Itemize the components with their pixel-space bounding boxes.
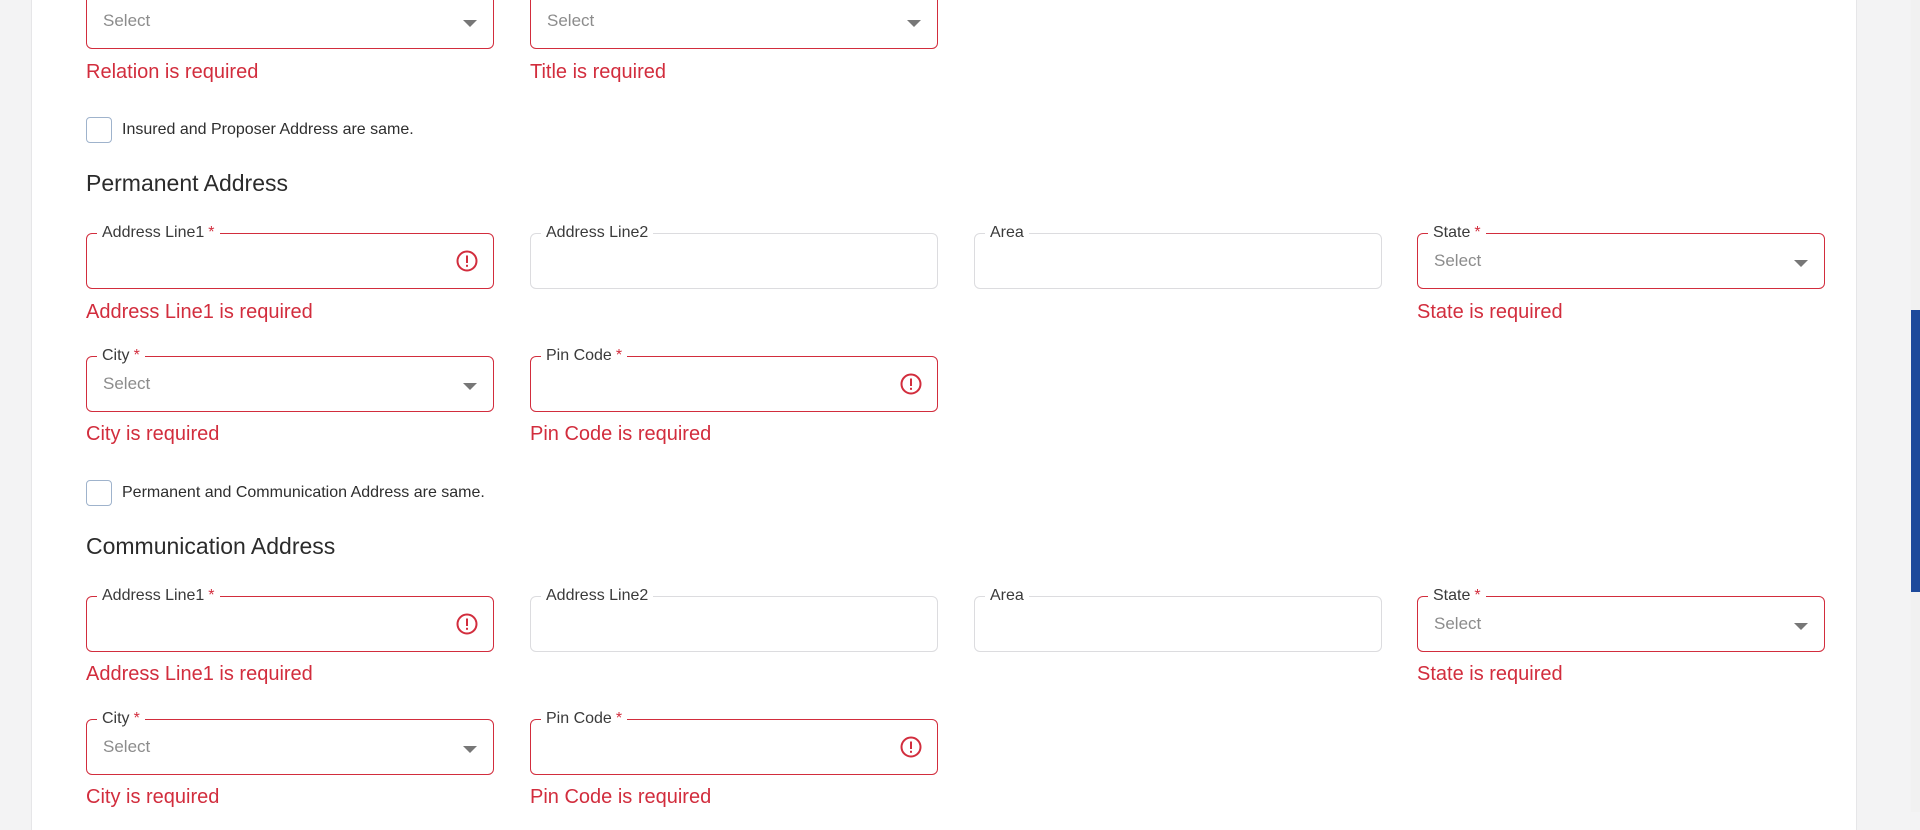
permanent-area-input[interactable]: Area — [974, 224, 1382, 289]
relation-select-placeholder: Select — [103, 11, 151, 30]
comm-same-label: Permanent and Communication Address are … — [122, 484, 485, 501]
permanent-address-line1-label: Address Line1 * — [97, 224, 220, 242]
permanent-address-line1-error: Address Line1 is required — [86, 301, 313, 323]
error-circle-icon — [456, 250, 478, 272]
communication-city-placeholder: Select — [103, 737, 151, 756]
communication-state-error: State is required — [1417, 663, 1563, 685]
permanent-pin-code-error: Pin Code is required — [530, 423, 712, 445]
communication-pin-code-label: Pin Code * — [541, 710, 628, 728]
permanent-state-label: State * — [1428, 224, 1486, 242]
permanent-address-heading: Permanent Address — [86, 170, 289, 196]
communication-city-select[interactable]: City * Select — [86, 710, 494, 775]
chevron-down-icon — [1794, 260, 1808, 267]
permanent-state-placeholder: Select — [1434, 251, 1482, 270]
communication-address-heading: Communication Address — [86, 533, 336, 559]
relation-select[interactable]: Select — [86, 0, 494, 49]
communication-state-label: State * — [1428, 587, 1486, 605]
permanent-address-line2-input[interactable]: Address Line2 — [530, 224, 938, 289]
permanent-pin-code-input[interactable]: Pin Code * — [530, 347, 938, 412]
error-circle-icon — [900, 373, 922, 395]
communication-pin-code-input[interactable]: Pin Code * — [530, 710, 938, 775]
communication-state-select[interactable]: State * Select — [1417, 587, 1825, 652]
relation-error: Relation is required — [86, 61, 259, 83]
title-select-placeholder: Select — [547, 11, 595, 30]
insured-same-row: Insured and Proposer Address are same. — [86, 116, 414, 144]
insured-same-label: Insured and Proposer Address are same. — [122, 121, 414, 138]
chevron-down-icon — [463, 20, 477, 27]
communication-address-line1-error: Address Line1 is required — [86, 663, 313, 685]
comm-same-row: Permanent and Communication Address are … — [86, 479, 485, 507]
permanent-state-select[interactable]: State * Select — [1417, 224, 1825, 289]
comm-same-checkbox[interactable] — [86, 480, 112, 506]
communication-pin-code-error: Pin Code is required — [530, 786, 712, 808]
page-scrollbar-thumb[interactable] — [1911, 310, 1920, 592]
communication-address-line2-label: Address Line2 — [541, 587, 654, 605]
title-error: Title is required — [530, 61, 666, 83]
insured-same-checkbox[interactable] — [86, 117, 112, 143]
chevron-down-icon — [907, 20, 921, 27]
permanent-city-select[interactable]: City * Select — [86, 347, 494, 412]
communication-area-label: Area — [985, 587, 1029, 605]
permanent-city-error: City is required — [86, 423, 220, 445]
title-select[interactable]: Select — [530, 0, 938, 49]
permanent-city-label: City * — [97, 347, 145, 365]
communication-city-label: City * — [97, 710, 145, 728]
communication-area-input[interactable]: Area — [974, 587, 1382, 652]
permanent-city-placeholder: Select — [103, 374, 151, 393]
permanent-area-label: Area — [985, 224, 1029, 242]
permanent-address-line1-input[interactable]: Address Line1 * — [86, 224, 494, 289]
error-circle-icon — [900, 736, 922, 758]
chevron-down-icon — [1794, 623, 1808, 630]
chevron-down-icon — [463, 383, 477, 390]
permanent-address-line2-label: Address Line2 — [541, 224, 654, 242]
error-circle-icon — [456, 613, 478, 635]
communication-address-line1-label: Address Line1 * — [97, 587, 220, 605]
communication-state-placeholder: Select — [1434, 614, 1482, 633]
communication-address-line2-input[interactable]: Address Line2 — [530, 587, 938, 652]
permanent-state-error: State is required — [1417, 301, 1563, 323]
permanent-pin-code-label: Pin Code * — [541, 347, 628, 365]
communication-city-error: City is required — [86, 786, 220, 808]
communication-address-line1-input[interactable]: Address Line1 * — [86, 587, 494, 652]
chevron-down-icon — [463, 746, 477, 753]
